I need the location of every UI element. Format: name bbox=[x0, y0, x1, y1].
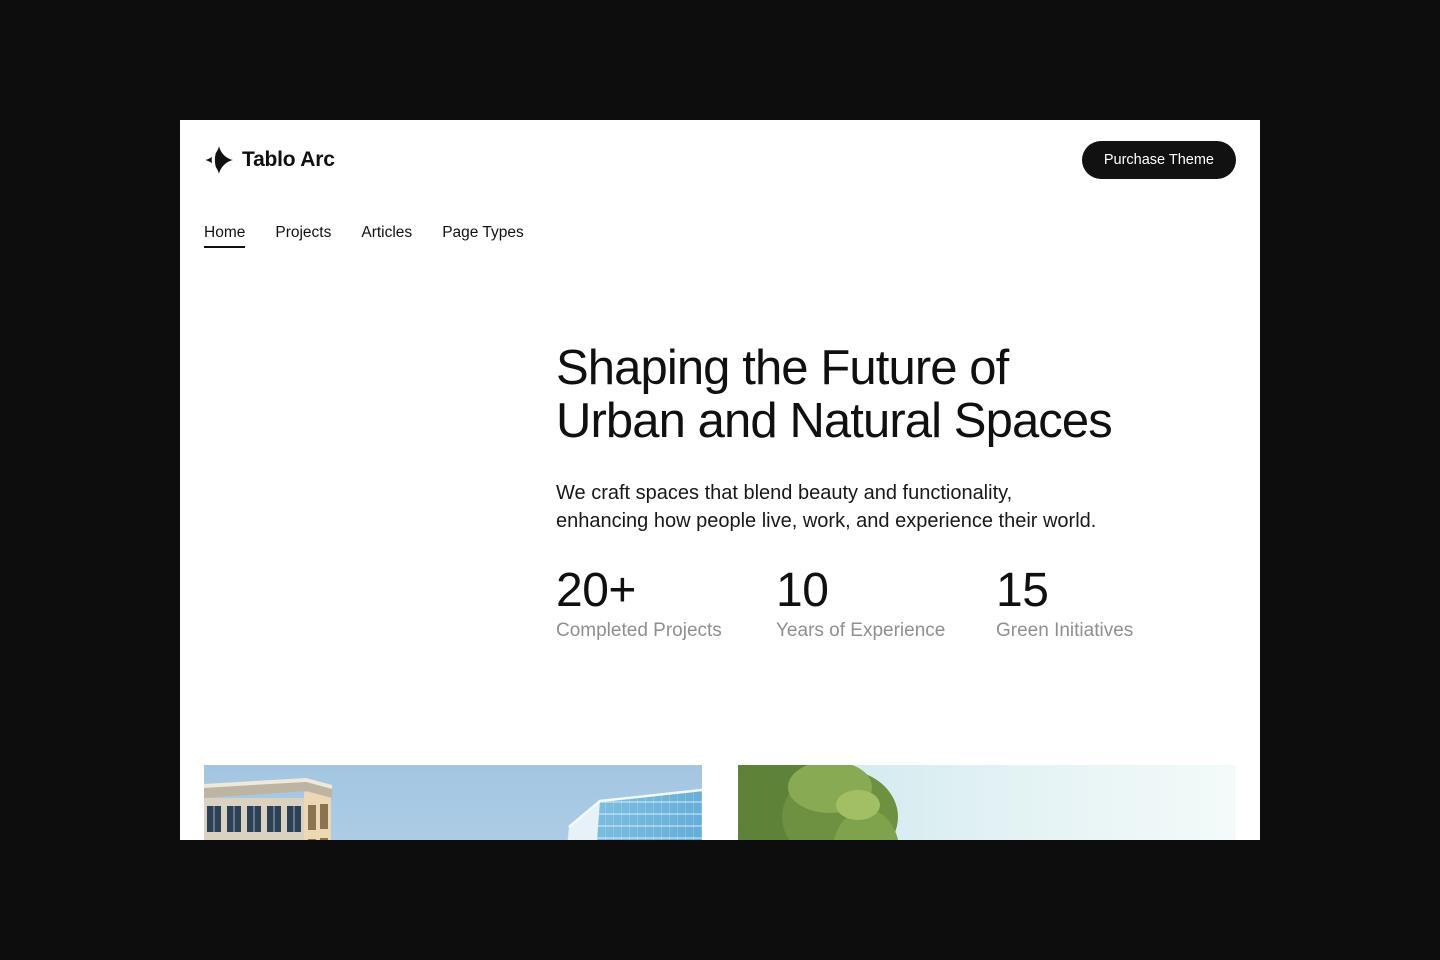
stat-label: Years of Experience bbox=[776, 620, 946, 641]
page: Tablo Arc Purchase Theme Home Projects A… bbox=[180, 120, 1260, 840]
stat-value: 15 bbox=[996, 564, 1049, 617]
header: Tablo Arc Purchase Theme bbox=[204, 140, 1236, 180]
hero-description-line-2: enhancing how people live, work, and exp… bbox=[556, 510, 1097, 532]
hero-section: Shaping the Future of Urban and Natural … bbox=[556, 342, 1216, 642]
stat-label: Green Initiatives bbox=[996, 620, 1134, 641]
sparkle-logo-icon bbox=[204, 145, 234, 175]
stat-green-initiatives: 15 Green Initiatives bbox=[996, 565, 1216, 642]
photo-city-architecture bbox=[204, 765, 702, 840]
stat-label: Completed Projects bbox=[556, 620, 722, 641]
stat-years-experience: 10 Years of Experience bbox=[776, 565, 996, 642]
page-title-line-2: Urban and Natural Spaces bbox=[556, 394, 1113, 448]
stats-row: 20+ Completed Projects 10 Years of Exper… bbox=[556, 565, 1216, 642]
brand-logo[interactable]: Tablo Arc bbox=[204, 145, 335, 175]
nav-item-articles[interactable]: Articles bbox=[361, 224, 412, 248]
stat-value: 20+ bbox=[556, 564, 636, 617]
stat-completed-projects: 20+ Completed Projects bbox=[556, 565, 776, 642]
hero-gallery bbox=[204, 765, 1236, 840]
nav-item-page-types[interactable]: Page Types bbox=[442, 224, 524, 248]
purchase-theme-button[interactable]: Purchase Theme bbox=[1081, 141, 1236, 179]
page-title-line-1: Shaping the Future of bbox=[556, 341, 1009, 395]
photo-green-tree bbox=[738, 765, 1236, 840]
hero-description: We craft spaces that blend beauty and fu… bbox=[556, 479, 1216, 535]
brand-name: Tablo Arc bbox=[242, 148, 335, 171]
nav-item-projects[interactable]: Projects bbox=[275, 224, 331, 248]
main-nav: Home Projects Articles Page Types bbox=[204, 224, 524, 248]
nav-item-home[interactable]: Home bbox=[204, 224, 246, 248]
hero-description-line-1: We craft spaces that blend beauty and fu… bbox=[556, 482, 1013, 504]
page-title: Shaping the Future of Urban and Natural … bbox=[556, 342, 1216, 448]
stat-value: 10 bbox=[776, 564, 829, 617]
